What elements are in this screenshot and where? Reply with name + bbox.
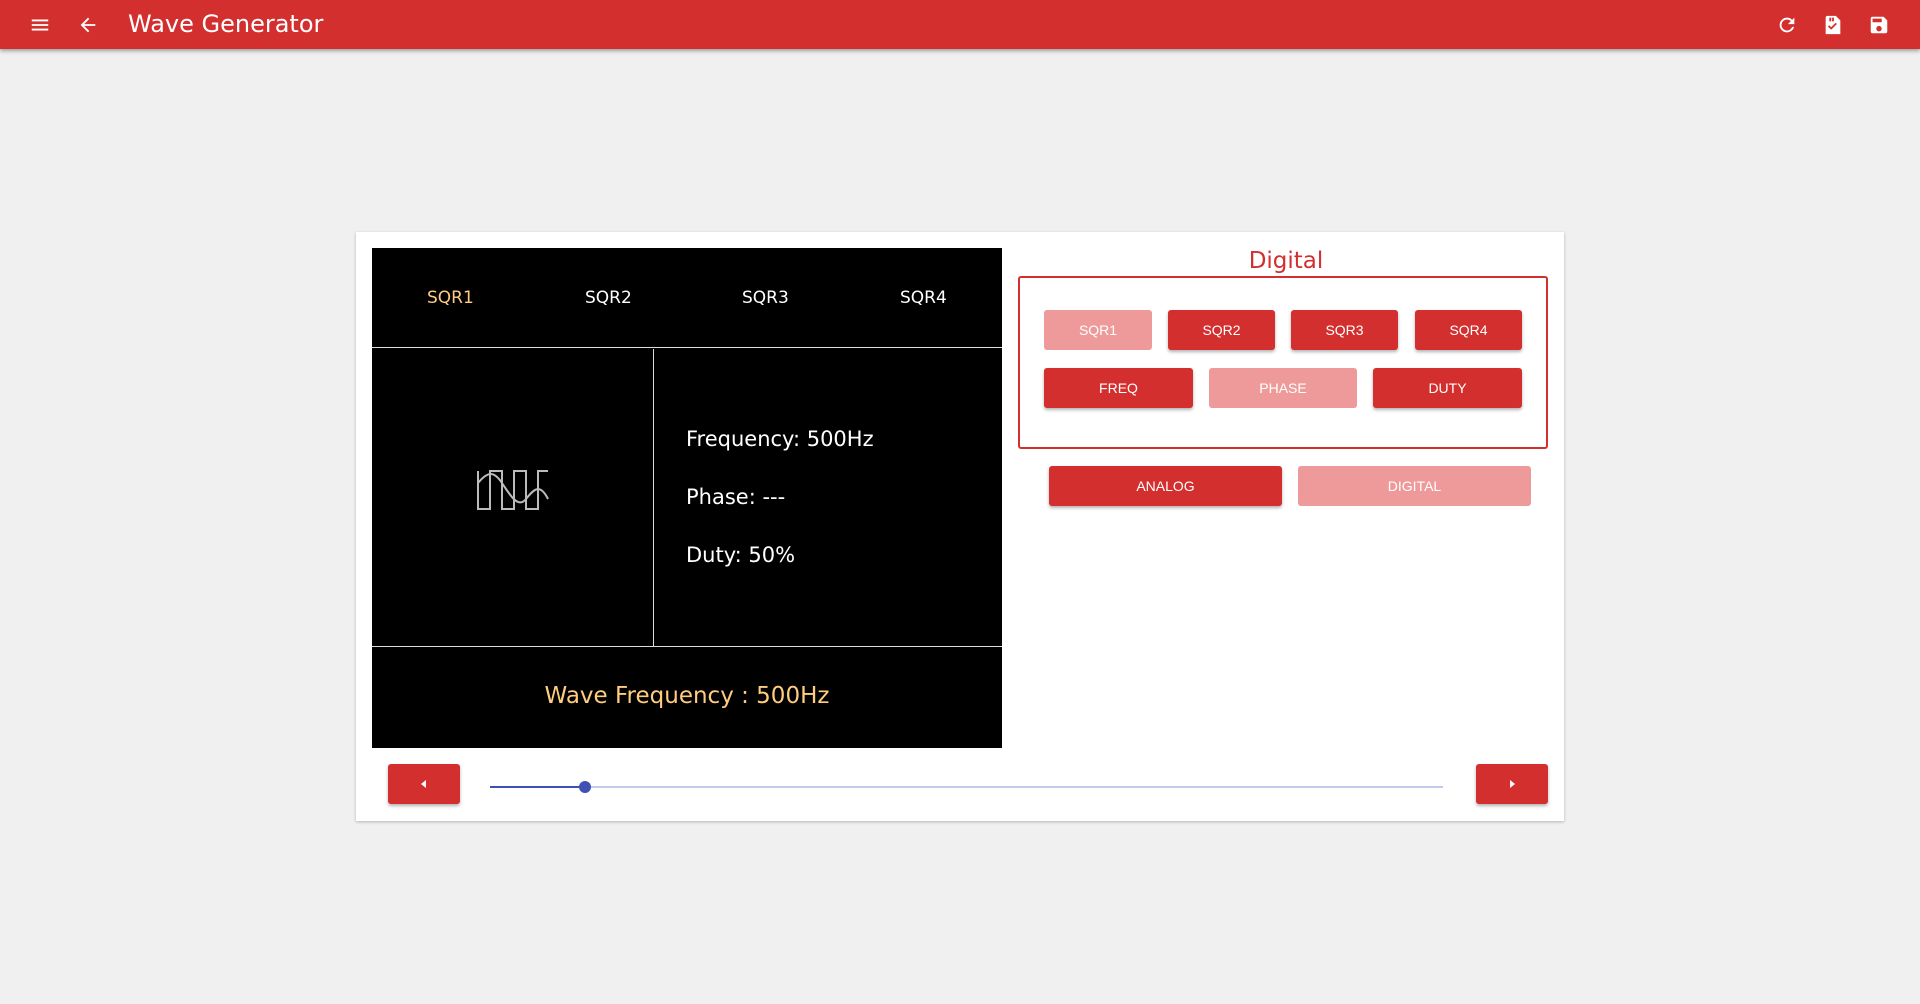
menu-icon xyxy=(31,19,49,31)
wave-generator-card: SQR1 SQR2 SQR3 SQR4 Frequency: 500Hz Pha… xyxy=(356,232,1564,821)
save-button[interactable] xyxy=(1859,5,1899,45)
decrease-button[interactable] xyxy=(388,764,460,804)
export-button[interactable] xyxy=(1813,5,1853,45)
arrow-back-icon xyxy=(80,17,96,33)
menu-button[interactable] xyxy=(20,5,60,45)
duty-button[interactable]: DUTY xyxy=(1373,368,1522,408)
wave-display: SQR1 SQR2 SQR3 SQR4 Frequency: 500Hz Pha… xyxy=(372,248,1002,748)
slider-thumb[interactable] xyxy=(579,781,591,793)
panel-title: Digital xyxy=(1248,248,1324,274)
phase-button[interactable]: PHASE xyxy=(1209,368,1357,408)
duty-readout: Duty: 50% xyxy=(686,543,796,567)
slider-fill xyxy=(490,786,585,788)
sqr1-button[interactable]: SQR1 xyxy=(1044,310,1152,350)
slider-track xyxy=(490,786,1443,788)
page-title: Wave Generator xyxy=(128,10,324,38)
tab-sqr3[interactable]: SQR3 xyxy=(742,288,789,308)
digital-controls-box xyxy=(1018,276,1548,449)
frequency-slider[interactable] xyxy=(490,777,1443,797)
app-bar: Wave Generator xyxy=(0,0,1920,49)
increase-button[interactable] xyxy=(1476,764,1548,804)
caret-right-icon xyxy=(1510,780,1515,788)
square-sine-wave-icon xyxy=(477,470,549,510)
analog-button[interactable]: ANALOG xyxy=(1049,466,1282,506)
back-button[interactable] xyxy=(68,5,108,45)
tab-sqr2[interactable]: SQR2 xyxy=(585,288,632,308)
frequency-readout: Frequency: 500Hz xyxy=(686,427,874,451)
wave-frequency-label: Wave Frequency : 500Hz xyxy=(544,683,830,709)
wave-info: Frequency: 500Hz Phase: --- Duty: 50% xyxy=(654,349,1002,646)
sqr2-button[interactable]: SQR2 xyxy=(1168,310,1275,350)
save-icon xyxy=(1870,16,1888,34)
phase-readout: Phase: --- xyxy=(686,485,786,509)
refresh-icon xyxy=(1779,17,1795,33)
tab-sqr1[interactable]: SQR1 xyxy=(427,288,474,308)
wave-frequency-footer: Wave Frequency : 500Hz xyxy=(372,646,1002,748)
caret-left-icon xyxy=(421,780,426,788)
display-tabs: SQR1 SQR2 SQR3 SQR4 xyxy=(372,248,1002,348)
sd-card-check-icon xyxy=(1825,15,1841,35)
tab-sqr4[interactable]: SQR4 xyxy=(900,288,947,308)
freq-button[interactable]: FREQ xyxy=(1044,368,1193,408)
refresh-button[interactable] xyxy=(1767,5,1807,45)
sqr4-button[interactable]: SQR4 xyxy=(1415,310,1522,350)
wave-preview xyxy=(372,349,654,646)
sqr3-button[interactable]: SQR3 xyxy=(1291,310,1398,350)
digital-button[interactable]: DIGITAL xyxy=(1298,466,1531,506)
